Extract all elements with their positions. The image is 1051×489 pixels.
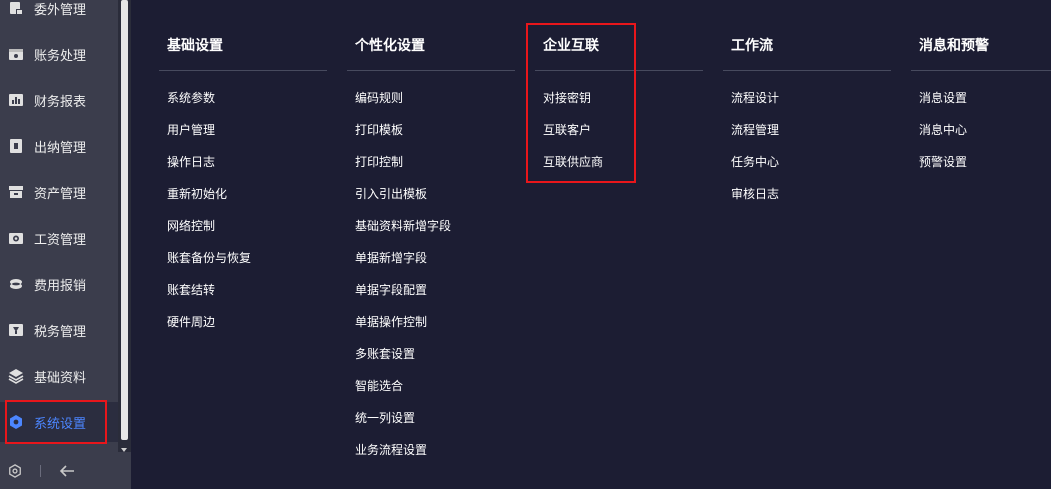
sidebar-item-tax[interactable]: 税务管理 — [0, 310, 118, 350]
layers-icon — [8, 368, 24, 384]
menu-item[interactable]: 预警设置 — [919, 155, 967, 169]
column-divider — [535, 70, 703, 71]
cashier-icon — [8, 138, 24, 154]
sidebar-item-asset[interactable]: 资产管理 — [0, 172, 118, 212]
menu-item[interactable]: 引入引出模板 — [355, 187, 427, 201]
settings-icon[interactable] — [8, 463, 22, 478]
menu-item[interactable]: 消息设置 — [919, 91, 967, 105]
ledger-icon — [8, 46, 24, 62]
column-divider — [723, 70, 891, 71]
menu-item[interactable]: 统一列设置 — [355, 411, 415, 425]
salary-icon — [8, 230, 24, 246]
menu-item[interactable]: 单据字段配置 — [355, 283, 427, 297]
menu-item[interactable]: 互联供应商 — [543, 155, 603, 169]
menu-item[interactable]: 账套备份与恢复 — [167, 251, 251, 265]
menu-item[interactable]: 打印控制 — [355, 155, 403, 169]
arrow-left-icon[interactable] — [59, 464, 75, 478]
sidebar-item-label: 出纳管理 — [34, 140, 87, 156]
column-divider — [159, 70, 327, 71]
sidebar-item-label: 财务报表 — [34, 94, 87, 110]
menu-item[interactable]: 账套结转 — [167, 283, 215, 297]
column-title: 企业互联 — [543, 38, 599, 54]
scrollbar-thumb[interactable] — [121, 0, 128, 440]
menu-item[interactable]: 打印模板 — [355, 123, 403, 137]
sidebar-item-label: 系统设置 — [34, 416, 87, 432]
sidebar-scrollbar[interactable] — [118, 0, 131, 452]
divider — [40, 464, 41, 477]
menu-item[interactable]: 消息中心 — [919, 123, 967, 137]
menu-item[interactable]: 单据操作控制 — [355, 315, 427, 329]
column-title: 消息和预警 — [919, 38, 989, 54]
sidebar-item-report[interactable]: 财务报表 — [0, 80, 118, 120]
column-title: 基础设置 — [167, 38, 223, 54]
menu-item[interactable]: 多账套设置 — [355, 347, 415, 361]
hexagon-icon — [8, 414, 24, 430]
column-divider — [347, 70, 515, 71]
sidebar-item-salary[interactable]: 工资管理 — [0, 218, 118, 258]
menu-item[interactable]: 对接密钥 — [543, 91, 591, 105]
column-title: 个性化设置 — [355, 38, 425, 54]
menu-item[interactable]: 流程管理 — [731, 123, 779, 137]
outsource-icon — [8, 0, 24, 16]
menu-item[interactable]: 网络控制 — [167, 219, 215, 233]
menu-item[interactable]: 单据新增字段 — [355, 251, 427, 265]
menu-item[interactable]: 编码规则 — [355, 91, 403, 105]
menu-item[interactable]: 操作日志 — [167, 155, 215, 169]
menu-item[interactable]: 互联客户 — [543, 123, 591, 137]
menu-item[interactable]: 业务流程设置 — [355, 443, 427, 457]
menu-item[interactable]: 重新初始化 — [167, 187, 227, 201]
sidebar-item-expense[interactable]: 费用报销 — [0, 264, 118, 304]
sidebar-item-label: 工资管理 — [34, 232, 87, 248]
tax-icon — [8, 322, 24, 338]
sidebar-item-cashier[interactable]: 出纳管理 — [0, 126, 118, 166]
sidebar-item-label: 税务管理 — [34, 324, 87, 340]
column-title: 工作流 — [731, 38, 773, 54]
menu-item[interactable]: 系统参数 — [167, 91, 215, 105]
sidebar-bottom-bar — [0, 452, 131, 489]
report-icon — [8, 92, 24, 108]
column-divider — [911, 70, 1051, 71]
sidebar-item-label: 费用报销 — [34, 278, 87, 294]
sidebar: 委外管理 账务处理 财务报表 出纳管理 资产管理 工资管理 费用报销 税务管理 … — [0, 0, 118, 489]
menu-item[interactable]: 基础资料新增字段 — [355, 219, 451, 233]
sidebar-item-system-settings[interactable]: 系统设置 — [0, 402, 118, 442]
menu-item[interactable]: 流程设计 — [731, 91, 779, 105]
sidebar-item-ledger[interactable]: 账务处理 — [0, 34, 118, 74]
sidebar-item-label: 基础资料 — [34, 370, 87, 386]
asset-icon — [8, 184, 24, 200]
sidebar-item-basic-data[interactable]: 基础资料 — [0, 356, 118, 396]
sidebar-item-label: 资产管理 — [34, 186, 87, 202]
menu-item[interactable]: 任务中心 — [731, 155, 779, 169]
sidebar-item-label: 账务处理 — [34, 48, 87, 64]
menu-item[interactable]: 审核日志 — [731, 187, 779, 201]
expense-icon — [8, 276, 24, 292]
menu-item[interactable]: 智能选合 — [355, 379, 403, 393]
sidebar-item-outsource[interactable]: 委外管理 — [0, 0, 118, 28]
menu-item[interactable]: 硬件周边 — [167, 315, 215, 329]
menu-item[interactable]: 用户管理 — [167, 123, 215, 137]
sidebar-item-label: 委外管理 — [34, 2, 87, 18]
